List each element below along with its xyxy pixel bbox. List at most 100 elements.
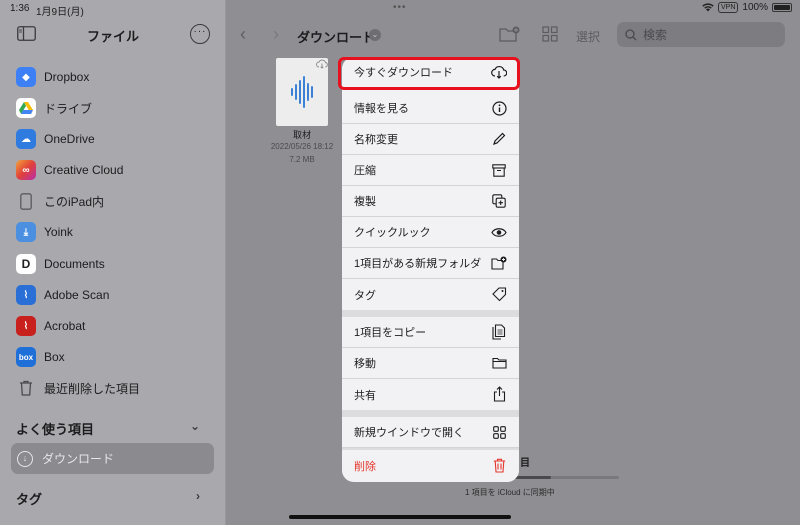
menu-item-label: 圧縮 bbox=[354, 165, 376, 177]
adobe-scan-icon: ⌇ bbox=[16, 285, 36, 305]
select-button[interactable]: 選択 bbox=[576, 28, 600, 45]
search-icon bbox=[625, 28, 637, 40]
battery-icon bbox=[772, 3, 792, 12]
status-date: 1月9日(月) bbox=[36, 7, 84, 18]
wifi-icon bbox=[702, 3, 714, 12]
menu-item-label: タグ bbox=[354, 289, 376, 302]
menu-item-label: 1項目をコピー bbox=[354, 327, 427, 339]
folder-title[interactable]: ダウンロード bbox=[297, 27, 375, 46]
share-icon bbox=[491, 386, 507, 402]
sidebar-item-label: OneDrive bbox=[44, 132, 95, 146]
file-name: 取材 bbox=[292, 130, 311, 140]
menu-item-open-new-window[interactable]: 新規ウインドウで開く bbox=[342, 417, 519, 448]
dropbox-icon: ◆ bbox=[16, 67, 36, 87]
sidebar-item-creative-cloud[interactable]: ∞ Creative Cloud bbox=[16, 158, 216, 182]
multitasking-dots[interactable]: ••• bbox=[393, 2, 407, 13]
menu-item-label: 今すぐダウンロード bbox=[354, 67, 453, 79]
menu-item-copy[interactable]: 1項目をコピー bbox=[342, 317, 519, 348]
file-size: 7.2 MB bbox=[289, 155, 315, 164]
sidebar-item-acrobat[interactable]: ⌇ Acrobat bbox=[16, 314, 216, 338]
sidebar-item-recently-deleted[interactable]: 最近削除した項目 bbox=[16, 376, 216, 400]
menu-item-download-now[interactable]: 今すぐダウンロード bbox=[342, 57, 519, 88]
menu-separator bbox=[342, 410, 519, 417]
file-thumbnail[interactable] bbox=[276, 58, 328, 126]
cloud-download-icon bbox=[316, 59, 328, 69]
sidebar-item-downloads[interactable]: ↓ ダウンロード bbox=[11, 443, 214, 474]
search-field[interactable]: 検索 bbox=[617, 22, 785, 47]
menu-item-delete[interactable]: 削除 bbox=[342, 450, 519, 481]
sidebar-item-label: Adobe Scan bbox=[44, 288, 110, 302]
info-icon bbox=[491, 100, 507, 116]
folder-menu-chevron-icon[interactable]: ⌄ bbox=[369, 29, 381, 41]
menu-separator bbox=[342, 310, 519, 317]
grid-view-icon[interactable] bbox=[542, 26, 558, 42]
menu-item-quick-look[interactable]: クイックルック bbox=[342, 217, 519, 248]
menu-item-label: 共有 bbox=[354, 389, 376, 402]
sidebar-item-dropbox[interactable]: ◆ Dropbox bbox=[16, 65, 216, 89]
menu-item-label: 新規ウインドウで開く bbox=[354, 427, 464, 439]
sidebar-item-this-ipad[interactable]: このiPad内 bbox=[16, 189, 216, 213]
battery-percent: 100% bbox=[742, 2, 768, 13]
status-indicators: VPN 100% bbox=[702, 2, 792, 13]
menu-item-new-folder-with-item[interactable]: 1項目がある新規フォルダ bbox=[342, 248, 519, 279]
search-placeholder: 検索 bbox=[643, 28, 668, 42]
chevron-down-icon[interactable]: ⌄ bbox=[190, 419, 200, 433]
folder-plus-icon bbox=[491, 255, 507, 271]
file-date: 2022/05/26 18:12 bbox=[270, 142, 334, 151]
more-options-icon[interactable]: ··· bbox=[190, 24, 210, 44]
menu-item-move[interactable]: 移動 bbox=[342, 348, 519, 379]
tags-section-header[interactable]: タグ › bbox=[16, 489, 216, 508]
menu-item-get-info[interactable]: 情報を見る bbox=[342, 93, 519, 124]
status-time: 1:36 bbox=[10, 3, 30, 14]
tag-icon bbox=[491, 286, 507, 302]
menu-item-label: 複製 bbox=[354, 196, 376, 208]
sidebar-item-onedrive[interactable]: ☁ OneDrive bbox=[16, 127, 216, 151]
trash-icon bbox=[16, 378, 36, 398]
home-indicator[interactable] bbox=[289, 515, 511, 519]
download-circle-icon: ↓ bbox=[17, 450, 33, 467]
menu-item-rename[interactable]: 名称変更 bbox=[342, 124, 519, 155]
yoink-icon: ⤓ bbox=[16, 222, 36, 242]
vpn-badge: VPN bbox=[718, 2, 739, 13]
chevron-right-icon[interactable]: › bbox=[196, 489, 200, 503]
context-menu: 今すぐダウンロード 情報を見る 名称変更 圧縮 複製 クイックルック 1項目があ… bbox=[342, 57, 519, 482]
archive-box-icon bbox=[491, 162, 507, 178]
grid-icon bbox=[491, 424, 507, 440]
sidebar-item-google-drive[interactable]: ドライブ bbox=[16, 96, 216, 120]
sidebar-item-label: Yoink bbox=[44, 225, 73, 239]
google-drive-icon bbox=[16, 98, 36, 118]
partial-item-label: 目 bbox=[520, 458, 530, 469]
menu-item-label: 情報を見る bbox=[354, 103, 409, 115]
sidebar-header: ファイル ··· bbox=[0, 16, 226, 52]
menu-item-share[interactable]: 共有 bbox=[342, 379, 519, 410]
favorites-section-header[interactable]: よく使う項目 ⌄ bbox=[16, 419, 216, 438]
forward-chevron-icon[interactable]: › bbox=[273, 24, 279, 45]
sidebar-item-yoink[interactable]: ⤓ Yoink bbox=[16, 220, 216, 244]
back-chevron-icon[interactable]: ‹ bbox=[240, 24, 246, 45]
sidebar-item-adobe-scan[interactable]: ⌇ Adobe Scan bbox=[16, 283, 216, 307]
acrobat-icon: ⌇ bbox=[16, 316, 36, 336]
folder-icon bbox=[491, 355, 507, 371]
sidebar-item-label: ドライブ bbox=[44, 101, 93, 116]
sidebar-item-label: Creative Cloud bbox=[44, 163, 124, 177]
sidebar-item-label: Box bbox=[44, 350, 65, 364]
menu-item-compress[interactable]: 圧縮 bbox=[342, 155, 519, 186]
favorites-title: よく使う項目 bbox=[16, 422, 95, 437]
menu-item-tags[interactable]: タグ bbox=[342, 279, 519, 310]
creative-cloud-icon: ∞ bbox=[16, 160, 36, 180]
menu-item-label: 1項目がある新規フォルダ bbox=[354, 258, 482, 270]
menu-item-label: クイックルック bbox=[354, 227, 431, 239]
sidebar-item-label: 最近削除した項目 bbox=[44, 381, 141, 396]
menu-item-duplicate[interactable]: 複製 bbox=[342, 186, 519, 217]
sidebar: ファイル ··· ◆ Dropbox ドライブ ☁ OneDrive ∞ Cre… bbox=[0, 0, 226, 525]
sidebar-item-documents[interactable]: D Documents bbox=[16, 252, 216, 276]
sidebar-item-box[interactable]: box Box bbox=[16, 345, 216, 369]
trash-icon bbox=[491, 457, 507, 473]
cloud-download-icon bbox=[491, 64, 507, 80]
new-folder-icon[interactable] bbox=[499, 26, 521, 42]
sync-status-text: 1 項目を iCloud に同期中 bbox=[465, 488, 555, 497]
menu-item-label: 削除 bbox=[354, 460, 376, 473]
tags-title: タグ bbox=[16, 492, 43, 507]
sidebar-item-label: このiPad内 bbox=[44, 194, 105, 209]
box-icon: box bbox=[16, 347, 36, 367]
